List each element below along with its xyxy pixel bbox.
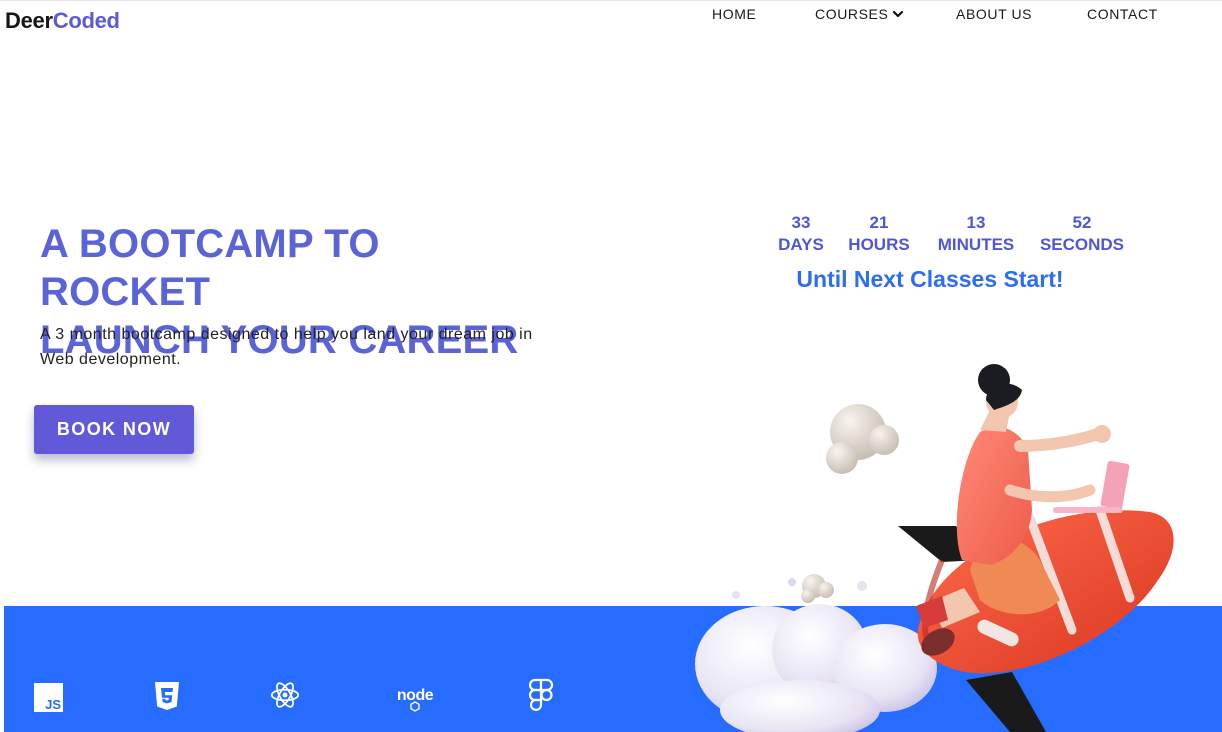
countdown-minutes: 13 MINUTES [932, 212, 1020, 256]
nodejs-icon: node [393, 683, 437, 713]
nav-about-label: ABOUT US [956, 6, 1033, 22]
hero-subtitle: A 3 month bootcamp designed to help you … [40, 326, 533, 368]
floating-cloud-small [732, 574, 867, 603]
book-now-button[interactable]: BOOK NOW [34, 405, 194, 454]
nav-home[interactable]: HOME [712, 6, 756, 22]
nav-courses-label: COURSES [815, 6, 889, 22]
top-border [0, 0, 1222, 1]
countdown-minutes-label: MINUTES [937, 235, 1015, 254]
nav-contact-label: CONTACT [1087, 6, 1158, 22]
hero-title-line1: A BOOTCAMP TO ROCKET [40, 222, 380, 314]
nav-contact[interactable]: CONTACT [1087, 6, 1158, 22]
nav-courses[interactable]: COURSES [815, 6, 904, 22]
countdown-seconds: 52 SECONDS [1036, 212, 1128, 256]
countdown-minutes-value: 13 [966, 213, 986, 232]
react-icon [270, 680, 300, 710]
countdown-hours-value: 21 [869, 213, 889, 232]
nav-home-label: HOME [712, 6, 757, 22]
chevron-down-icon [893, 10, 904, 18]
floating-cloud-top [826, 404, 899, 474]
figma-icon [526, 678, 556, 711]
countdown-seconds-label: SECONDS [1039, 235, 1125, 254]
main-nav: HOME COURSES ABOUT US CONTACT [0, 6, 1222, 26]
countdown-days-value: 33 [791, 213, 811, 232]
countdown-hours: 21 HOURS [844, 212, 914, 256]
javascript-icon: JS [33, 682, 63, 712]
countdown-caption: Until Next Classes Start! [796, 266, 1064, 292]
landing-page: DeerCoded HOME COURSES ABOUT US CONTACT … [0, 0, 1222, 732]
css3-icon [152, 681, 182, 711]
exhaust-cloud [695, 604, 937, 732]
svg-text:JS: JS [45, 697, 61, 712]
countdown-days: 33 DAYS [772, 212, 830, 256]
countdown-days-label: DAYS [778, 235, 824, 254]
nav-about[interactable]: ABOUT US [956, 6, 1032, 22]
countdown-seconds-value: 52 [1072, 213, 1092, 232]
rocket-illustration [695, 364, 1174, 732]
countdown-hours-label: HOURS [848, 235, 910, 254]
